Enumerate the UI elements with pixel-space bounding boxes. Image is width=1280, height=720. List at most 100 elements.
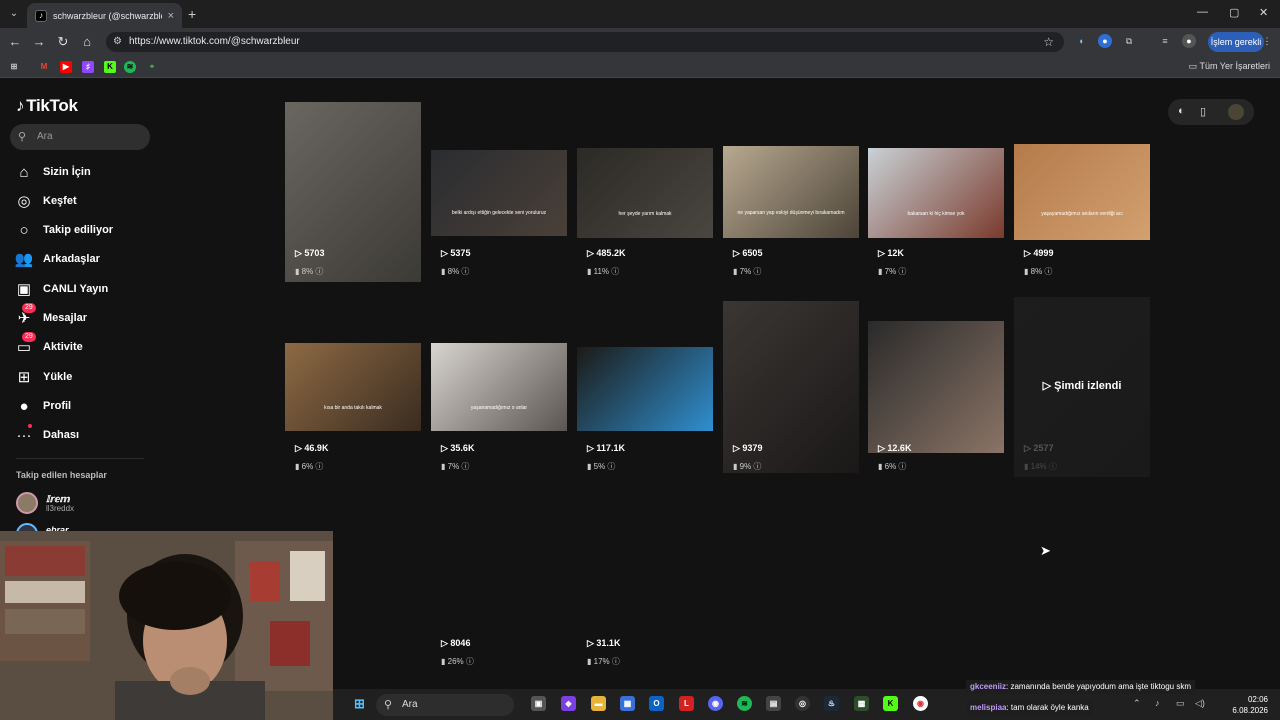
tray-chevron-icon[interactable]: ⌃ — [1133, 698, 1141, 709]
reading-list-icon[interactable]: ≡ — [1158, 34, 1172, 48]
sidebar-item-2[interactable]: ○ Takip ediliyor — [14, 218, 154, 242]
info-icon[interactable]: ⓘ — [896, 267, 906, 276]
info-icon[interactable]: ⓘ — [313, 462, 323, 471]
info-icon[interactable]: ⓘ — [1042, 267, 1052, 276]
video-card[interactable]: her şeyde yarım kalmak ▷ 485.2K ▮ 11% ⓘ — [577, 102, 713, 282]
engagement-value: 14% — [1030, 462, 1047, 471]
info-icon[interactable]: ⓘ — [609, 267, 619, 276]
reload-icon[interactable]: ↻ — [55, 34, 71, 50]
info-icon[interactable]: ⓘ — [1047, 462, 1057, 471]
info-icon[interactable]: ⓘ — [459, 267, 469, 276]
sidebar-item-8[interactable]: ● Profil — [14, 394, 154, 418]
file-explorer-icon[interactable]: ▬ — [591, 696, 606, 711]
start-icon[interactable]: ⊞ — [352, 696, 367, 711]
discord-icon[interactable]: ◉ — [708, 696, 723, 711]
video-card[interactable]: ▷ 117.1K ▮ 5% ⓘ — [577, 297, 713, 477]
taskbar-search[interactable]: ⚲ Ara — [376, 694, 514, 716]
outlook-icon[interactable]: O — [649, 696, 664, 711]
info-icon[interactable]: ⓘ — [464, 657, 474, 666]
profile-avatar-icon[interactable]: ● — [1182, 34, 1196, 48]
info-icon[interactable]: ⓘ — [751, 462, 761, 471]
info-icon[interactable]: ⓘ — [459, 462, 469, 471]
editor-icon[interactable]: ▤ — [766, 696, 781, 711]
video-card[interactable]: ▷ 9379 ▮ 9% ⓘ — [723, 297, 859, 477]
home-icon[interactable]: ⌂ — [79, 34, 95, 49]
video-card[interactable]: yaşayamadığımız anıların verdiği acı ▷ 49… — [1014, 102, 1150, 282]
tab-close-icon[interactable]: × — [168, 10, 174, 22]
clock[interactable]: 02:06 6.08.2026 — [1232, 694, 1268, 716]
sidebar-item-4[interactable]: ▣ CANLI Yayın — [14, 277, 154, 301]
sidebar-item-0[interactable]: ⌂ Sizin İçin — [14, 160, 154, 184]
kick-icon[interactable]: K — [883, 696, 898, 711]
youtube-icon[interactable]: ▶ — [60, 61, 72, 73]
sidebar-item-6[interactable]: ▭ 29 Aktivite — [14, 332, 154, 359]
bookmark-star-icon[interactable]: ☆ — [1043, 35, 1054, 49]
maximize-button[interactable]: ▢ — [1229, 6, 1239, 19]
copilot-icon[interactable]: ◆ — [561, 696, 576, 711]
sidebar-item-3[interactable]: 👥 Arkadaşlar — [14, 247, 154, 271]
info-icon[interactable]: ⓘ — [605, 462, 615, 471]
info-icon[interactable]: ⓘ — [751, 267, 761, 276]
extensions-puzzle-icon[interactable]: ⧉ — [1122, 34, 1136, 48]
volume-icon[interactable]: ◁) — [1195, 698, 1205, 709]
video-card[interactable]: ▷ 12.6K ▮ 6% ⓘ — [868, 297, 1004, 477]
tab-search-icon[interactable]: ⌄ — [6, 6, 22, 22]
store-icon[interactable]: ▦ — [620, 696, 635, 711]
kick-icon[interactable]: K — [104, 61, 116, 73]
user-avatar-icon[interactable] — [1228, 104, 1244, 120]
sidebar-item-5[interactable]: ✈ 29 Mesajlar — [14, 303, 154, 330]
video-card[interactable]: ne yaparsan yap eskiyi düşünmeyi bırakam… — [723, 102, 859, 282]
steam-icon[interactable]: ♨ — [824, 696, 839, 711]
lol-icon[interactable]: L — [679, 696, 694, 711]
info-icon[interactable]: ⓘ — [610, 657, 620, 666]
chrome-icon[interactable]: ◉ — [913, 696, 928, 711]
address-bar[interactable]: ⚙ https://www.tiktok.com/@schwarzbleur ☆ — [106, 32, 1064, 52]
minimize-button[interactable]: — — [1197, 6, 1208, 18]
nvidia-icon[interactable]: ▩ — [854, 696, 869, 711]
mic-icon[interactable]: ♪ — [1155, 698, 1160, 708]
info-icon[interactable]: ⓘ — [896, 462, 906, 471]
video-card[interactable]: ▷ 31.1K ▮ 17% ⓘ — [577, 492, 713, 672]
back-icon[interactable]: ← — [7, 34, 23, 49]
browser-menu-icon[interactable]: ⋮ — [1260, 34, 1274, 48]
new-tab-button[interactable]: + — [188, 6, 196, 22]
mouse-cursor-icon: ➤ — [1040, 543, 1051, 558]
followed-account[interactable]: 𝕀𝕣𝕖𝕞 ll3reddx — [16, 492, 146, 518]
all-bookmarks[interactable]: ▭ Tüm Yer İşaretleri — [1189, 61, 1270, 72]
video-card[interactable]: yaşanamadığımız o anlar ▷ 35.6K ▮ 7% ⓘ — [431, 297, 567, 477]
view-count-value: 8046 — [450, 638, 471, 648]
app-icon[interactable]: ◎ — [795, 696, 810, 711]
extension-blue-icon[interactable]: ● — [1098, 34, 1112, 48]
video-card[interactable]: belki ardışı ettiğin gelecekte seni yoru… — [431, 102, 567, 282]
sidebar-item-label: Profil — [43, 400, 72, 412]
video-card[interactable]: bakarsan ki hiç kimse yok ▷ 12K ▮ 7% ⓘ — [868, 102, 1004, 282]
close-window-button[interactable]: ✕ — [1259, 6, 1268, 19]
spotify-icon[interactable]: ≋ — [737, 696, 752, 711]
theme-icon[interactable]: ◐ — [1178, 105, 1185, 117]
site-info-icon[interactable]: ⚙ — [113, 36, 122, 47]
video-card[interactable]: ▷ 8046 ▮ 26% ⓘ — [431, 492, 567, 672]
sidebar-item-7[interactable]: ⊞ Yükle — [14, 365, 154, 389]
video-card[interactable]: ▷ Şimdi izlendi ▷ 2577 ▮ 14% ⓘ — [1014, 297, 1150, 477]
video-caption: ne yaparsan yap eskiyi düşünmeyi bırakam… — [737, 210, 845, 216]
search-input[interactable]: ⚲ Ara — [10, 124, 150, 150]
active-tab[interactable]: ♪ schwarzbleur (@schwarzbleur) | × — [27, 3, 182, 28]
video-card[interactable]: ▷ 5703 ▮ 8% ⓘ — [285, 102, 421, 282]
spotify-icon[interactable]: ≋ — [124, 61, 136, 73]
sidebar-item-1[interactable]: ◎ Keşfet — [14, 189, 154, 213]
twitch-icon[interactable]: ♯ — [82, 61, 94, 73]
forward-icon[interactable]: → — [31, 34, 47, 49]
maps-icon[interactable]: ⌖ — [146, 61, 158, 73]
monitor-icon[interactable]: ▭ — [1176, 698, 1185, 709]
video-card[interactable]: kısa bir anda takılı kalmak ▷ 46.9K ▮ 6% ⓘ — [285, 297, 421, 477]
apps-grid-icon[interactable]: ⊞ — [8, 61, 20, 73]
action-required-button[interactable]: İşlem gerekli — [1208, 32, 1264, 52]
task-view-icon[interactable]: ▣ — [531, 696, 546, 711]
sidebar-item-9[interactable]: ··· Dahası — [14, 423, 154, 447]
device-icon[interactable]: ▯ — [1200, 105, 1206, 118]
taskbar-search-label: Ara — [402, 699, 418, 710]
info-icon[interactable]: ⓘ — [313, 267, 323, 276]
tiktok-logo[interactable]: ♪ TikTok — [16, 96, 78, 116]
extension-audio-icon[interactable]: ◖ — [1074, 34, 1088, 48]
gmail-icon[interactable]: M — [38, 61, 50, 73]
